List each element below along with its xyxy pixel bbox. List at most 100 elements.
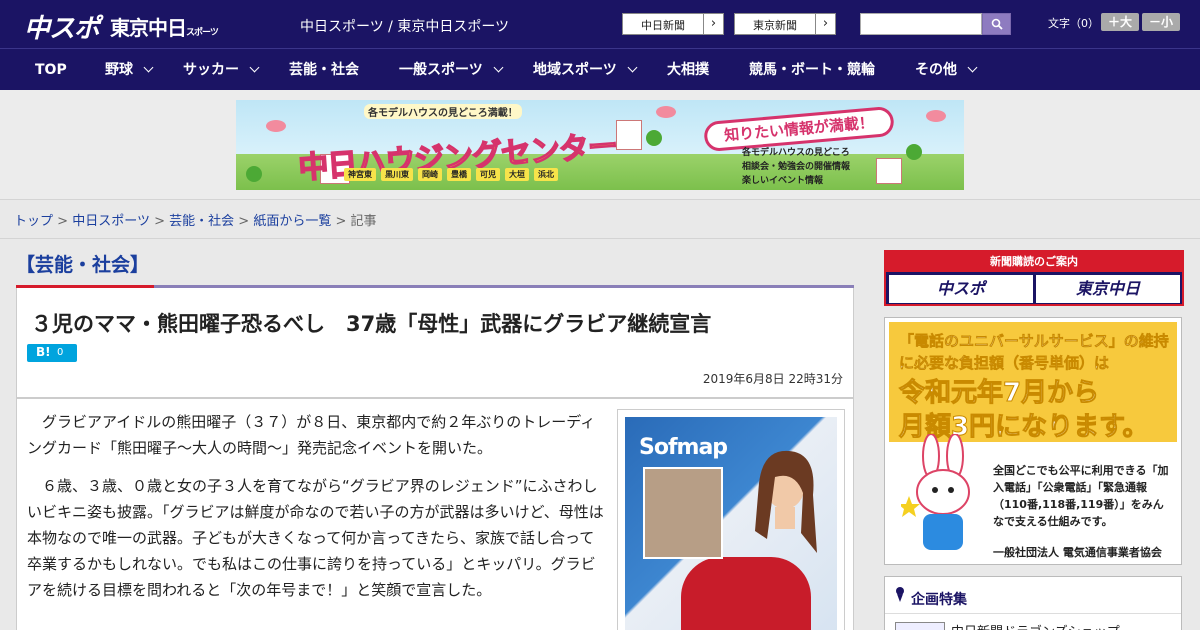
- font-size-label: 文字（0）: [1048, 17, 1099, 30]
- banner-area: 各モデルハウスの見どころ満載！ 中日ハウジングセンター 知りたい情報が満載！ 各…: [0, 90, 1200, 200]
- hatena-count: 0: [57, 347, 64, 358]
- breadcrumb-separator: >: [57, 214, 69, 229]
- nav-label: 野球: [105, 62, 133, 78]
- nav-item-entertainment[interactable]: 芸能・社会: [289, 49, 359, 91]
- banner-city: 大垣: [505, 168, 529, 181]
- nav-label: サッカー: [183, 62, 239, 78]
- banner-city: 浜北: [534, 168, 558, 181]
- house-icon: [616, 120, 642, 150]
- chevron-down-icon: [627, 62, 638, 73]
- photo-person-figure: [755, 450, 817, 553]
- breadcrumb-current: 記事: [350, 214, 377, 229]
- banner-city: 可児: [476, 168, 500, 181]
- bird-icon: [656, 106, 676, 118]
- hatena-bookmark-button[interactable]: B! 0: [27, 344, 77, 362]
- search-icon: [991, 18, 1003, 30]
- photo-backdrop-sign: Sofmap: [639, 435, 728, 460]
- nav-label: 一般スポーツ: [399, 62, 483, 78]
- chevron-down-icon: [967, 62, 978, 73]
- tree-icon: [906, 144, 922, 160]
- tokyo-shimbun-link[interactable]: 東京新聞 ›: [734, 13, 836, 35]
- nav-item-other[interactable]: その他: [915, 49, 978, 91]
- nav-item-top[interactable]: TOP: [35, 49, 67, 91]
- breadcrumb-top[interactable]: トップ: [14, 214, 53, 229]
- bird-icon: [266, 120, 286, 132]
- breadcrumb-paper-list[interactable]: 紙面から一覧: [253, 214, 331, 229]
- chunichi-shimbun-link[interactable]: 中日新聞 ›: [622, 13, 724, 35]
- divider: [885, 613, 1181, 614]
- search-input[interactable]: [860, 13, 982, 35]
- chevron-down-icon: [493, 62, 504, 73]
- breadcrumb: トップ > 中日スポーツ > 芸能・社会 > 紙面から一覧 > 記事: [14, 210, 377, 229]
- tokyo-shimbun-label: 東京新聞: [753, 19, 797, 32]
- photo-trading-card: [643, 467, 723, 559]
- ad-organization: 一般社団法人 電気通信事業者協会: [993, 546, 1162, 559]
- ad-content: 「電話のユニバーサルサービス」の維持に必要な負担額（番号単価）は 令和元年7月か…: [889, 322, 1177, 562]
- article-paragraph: ６歳、３歳、０歳と女の子３人を育てながら“グラビア界のレジェンド”にふさわしいビ…: [27, 477, 604, 599]
- search-button[interactable]: [982, 13, 1011, 35]
- publish-date: 2019年6月8日 22時31分: [702, 372, 843, 386]
- housing-center-banner[interactable]: 各モデルハウスの見どころ満載！ 中日ハウジングセンター 知りたい情報が満載！ 各…: [236, 100, 964, 190]
- rabbit-mascot-icon: [901, 434, 970, 550]
- nav-item-sumo[interactable]: 大相撲: [667, 49, 709, 91]
- subscribe-tokyo-logo[interactable]: 東京中日: [1036, 275, 1180, 303]
- subscription-box[interactable]: 新聞購読のご案内 中スポ 東京中日: [884, 250, 1184, 306]
- nav-item-general-sports[interactable]: 一般スポーツ: [399, 49, 504, 91]
- ad-big-line: 令和元年7月から: [899, 378, 1100, 409]
- breadcrumb-chunichi-sports[interactable]: 中日スポーツ: [72, 214, 150, 229]
- tokyo-logo-text: 東京中日: [110, 16, 187, 40]
- banner-info-item: 各モデルハウスの見どころ: [742, 148, 850, 158]
- banner-city: 豊橋: [447, 168, 471, 181]
- subscription-heading: 新聞購読のご案内: [886, 252, 1182, 272]
- article-headline: ３児のママ・熊田曜子恐るべし 37歳「母性」武器にグラビア継続宣言: [31, 312, 712, 336]
- nav-item-soccer[interactable]: サッカー: [183, 49, 260, 91]
- nav-label: その他: [915, 62, 957, 78]
- photo-image: Sofmap: [625, 417, 837, 630]
- breadcrumb-separator: >: [335, 214, 347, 229]
- feature-thumbnail[interactable]: [895, 622, 945, 630]
- chevron-right-icon: ›: [703, 14, 723, 34]
- nav-label: 競馬・ボート・競輪: [749, 62, 875, 78]
- headline-box: ３児のママ・熊田曜子恐るべし 37歳「母性」武器にグラビア継続宣言 B! 0 2…: [16, 288, 854, 398]
- feature-link[interactable]: 中日新聞ドラゴンズショップ: [951, 621, 1120, 630]
- breadcrumb-separator: >: [238, 214, 250, 229]
- site-title: 中日スポーツ / 東京中日スポーツ: [300, 19, 510, 35]
- breadcrumb-separator: >: [154, 214, 165, 229]
- hatena-icon: B!: [36, 345, 51, 359]
- ribbon-icon: [896, 587, 904, 602]
- banner-info-list: 各モデルハウスの見どころ 相談会・勉強会の開催情報 楽しいイベント情報: [742, 146, 850, 188]
- article-paragraph: グラビアアイドルの熊田曜子（３７）が８日、東京都内で約２年ぶりのトレーディングカ…: [27, 413, 596, 457]
- article-photo[interactable]: Sofmap: [617, 409, 845, 630]
- banner-city: 黒川東: [381, 168, 413, 181]
- breadcrumb-entertainment[interactable]: 芸能・社会: [169, 214, 234, 229]
- banner-info-item: 楽しいイベント情報: [742, 176, 824, 186]
- chevron-down-icon: [143, 62, 154, 73]
- bird-icon: [926, 110, 946, 122]
- banner-city: 岡崎: [418, 168, 442, 181]
- tokyo-logo-sub: スポーツ: [186, 28, 219, 38]
- chevron-down-icon: [249, 62, 260, 73]
- section-label: 【芸能・社会】: [16, 254, 150, 276]
- nav-item-baseball[interactable]: 野球: [105, 49, 154, 91]
- universal-service-ad[interactable]: 「電話のユニバーサルサービス」の維持に必要な負担額（番号単価）は 令和元年7月か…: [884, 317, 1182, 565]
- tree-icon: [646, 130, 662, 146]
- house-icon: [876, 158, 902, 184]
- tree-icon: [246, 166, 262, 182]
- feature-title: 企画特集: [911, 592, 967, 608]
- font-size-decrease-button[interactable]: －小: [1142, 13, 1180, 31]
- ad-description: 全国どこでも公平に利用できる「加入電話」「公衆電話」「緊急通報（110番,118…: [993, 464, 1169, 528]
- banner-city: 神宮東: [344, 168, 376, 181]
- subscribe-chunichi-logo[interactable]: 中スポ: [889, 275, 1033, 303]
- font-size-increase-button[interactable]: ＋大: [1101, 13, 1139, 31]
- divider: [0, 238, 1200, 239]
- nav-label: 地域スポーツ: [533, 62, 617, 78]
- nav-item-regional-sports[interactable]: 地域スポーツ: [533, 49, 638, 91]
- tokyo-chunichi-logo[interactable]: 東京中日スポーツ: [110, 12, 219, 41]
- chunichi-sports-logo[interactable]: 中スポ: [24, 8, 100, 45]
- main-nav: TOP 野球 サッカー 芸能・社会 一般スポーツ 地域スポーツ 大相撲 競馬・ボ…: [0, 48, 1200, 90]
- banner-info-item: 相談会・勉強会の開催情報: [742, 162, 851, 172]
- ad-lead-text: 「電話のユニバーサルサービス」の維持に必要な負担額（番号単価）は: [899, 332, 1169, 373]
- nav-item-racing[interactable]: 競馬・ボート・競輪: [749, 49, 875, 91]
- chevron-right-icon: ›: [815, 14, 835, 34]
- nav-label: TOP: [35, 62, 67, 78]
